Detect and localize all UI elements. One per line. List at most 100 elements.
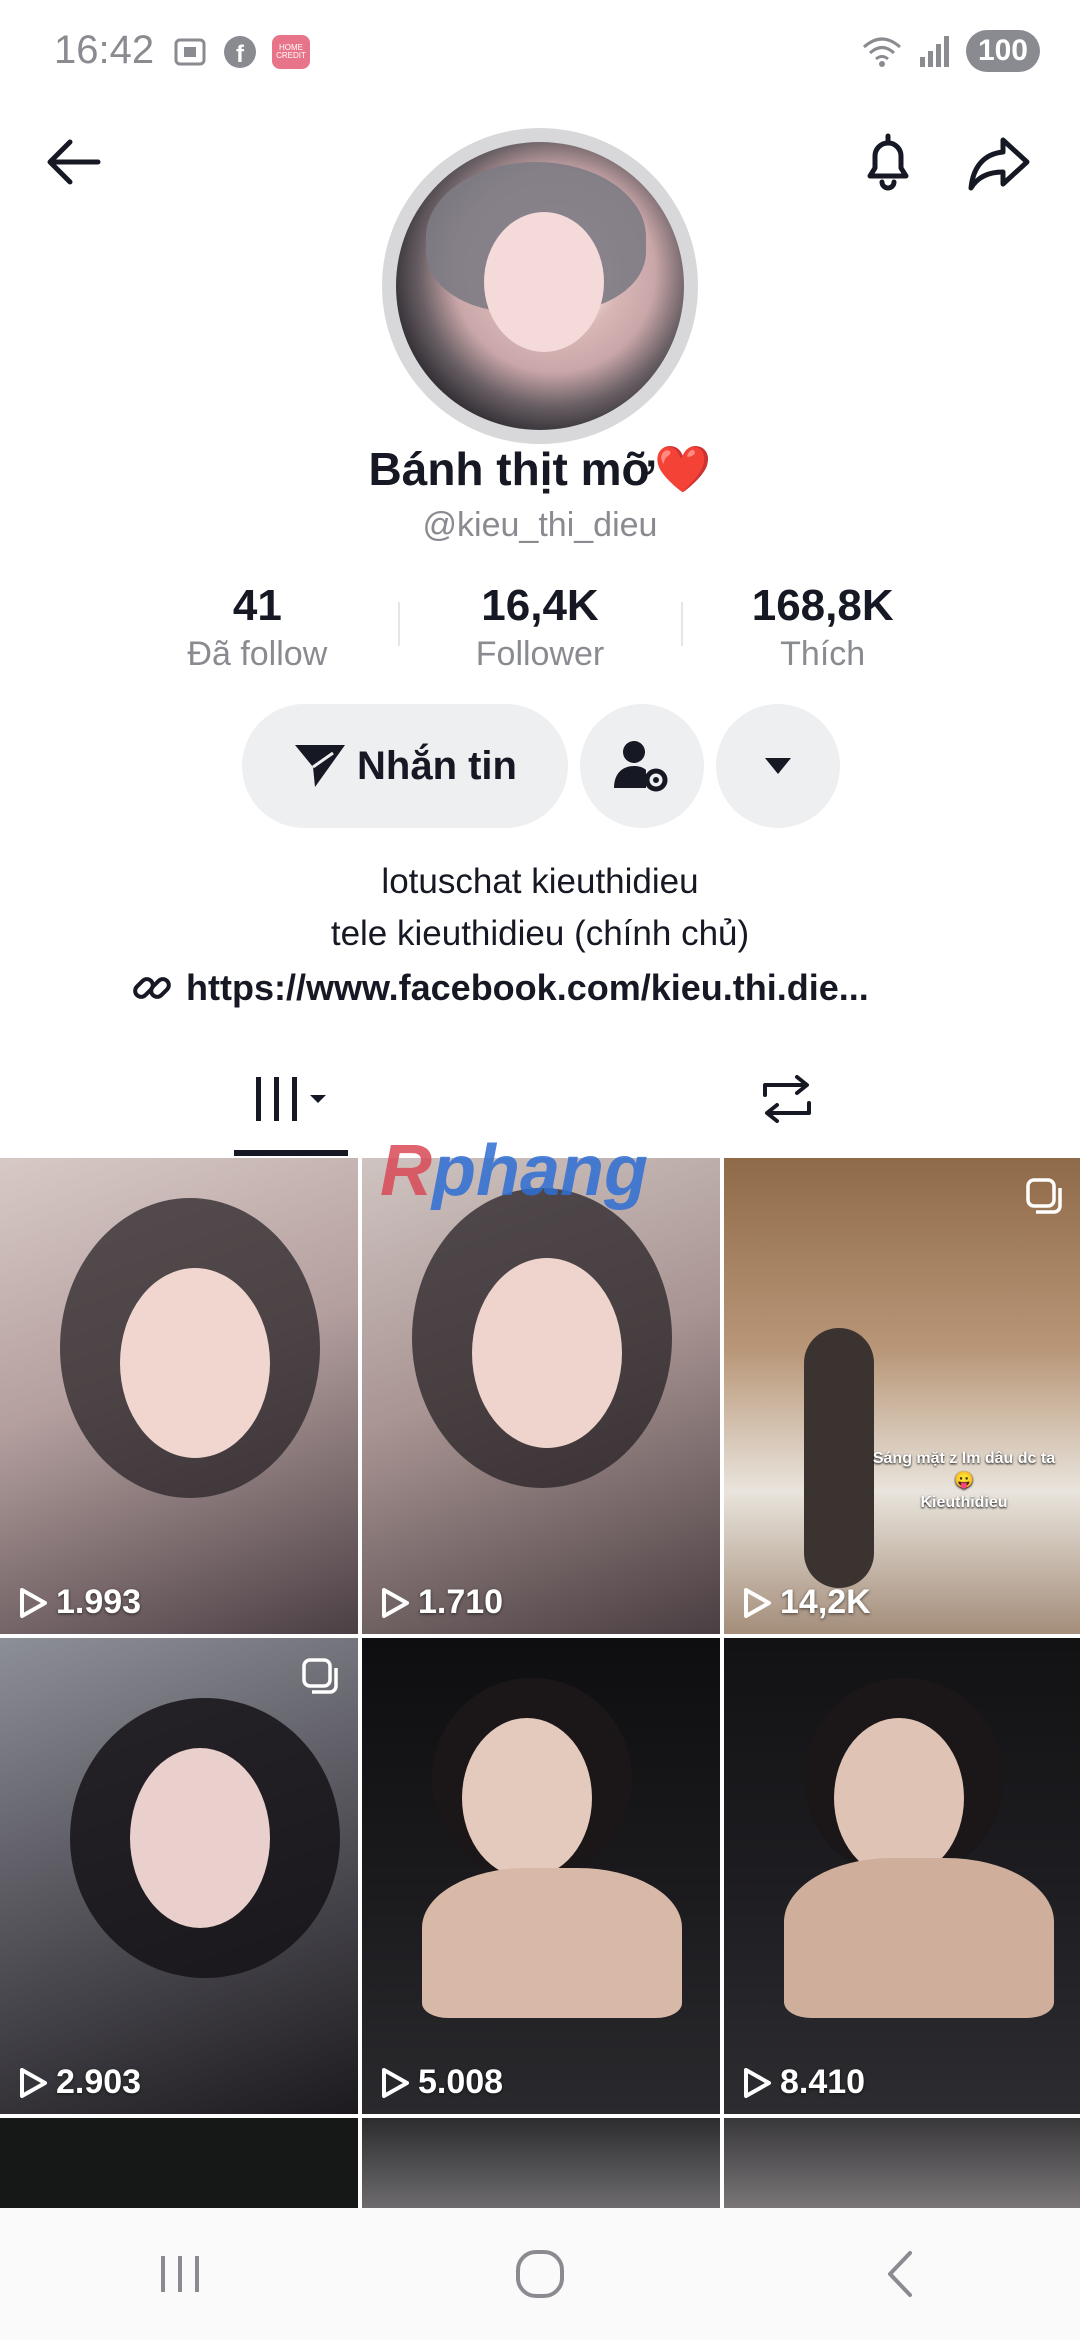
video-tile[interactable]: 8.410 [724, 1638, 1080, 2114]
video-tile[interactable] [362, 2118, 720, 2208]
stat-following[interactable]: 41 Đã follow [116, 578, 399, 678]
video-view-count-value: 8.410 [780, 2063, 866, 2101]
status-bar: 16:42 f HOME CREDIT 100 [0, 0, 1080, 110]
message-button-label: Nhắn tin [357, 743, 517, 788]
multi-photo-icon [302, 1658, 338, 1694]
repost-icon [763, 1075, 811, 1123]
thumbnail-body-shape [422, 1868, 682, 2018]
tab-videos[interactable] [234, 1040, 348, 1158]
video-view-count: 2.903 [18, 2063, 141, 2102]
home-circle-icon [516, 2250, 564, 2298]
system-navigation-bar [0, 2208, 1080, 2340]
video-view-count: 1.710 [380, 1583, 503, 1622]
video-view-count-value: 14,2K [780, 1583, 871, 1621]
status-icons-right: 100 [860, 30, 1040, 72]
status-time: 16:42 [54, 28, 155, 72]
link-icon [133, 977, 171, 999]
video-view-count-value: 2.903 [56, 2063, 142, 2101]
video-caption-line: Kieuthidieu [920, 1494, 1008, 1511]
video-tile[interactable] [0, 2118, 358, 2208]
tab-reposts[interactable] [730, 1040, 844, 1158]
arrow-left-icon [47, 139, 101, 185]
more-options-button[interactable] [716, 704, 840, 828]
thumbnail-face-shape [472, 1258, 622, 1448]
screenshot-icon [174, 38, 206, 66]
stat-followers[interactable]: 16,4K Follower [399, 578, 682, 678]
chevron-left-icon [888, 2251, 912, 2297]
home-button[interactable] [460, 2224, 620, 2324]
bio-link-text: https://www.facebook.com/kieu.thi.die... [186, 967, 869, 1008]
thumbnail-face-shape [120, 1268, 270, 1458]
system-back-button[interactable] [820, 2224, 980, 2324]
bell-icon [867, 133, 909, 191]
bio-line: tele kieuthidieu (chính chủ) [330, 914, 750, 953]
stat-likes[interactable]: 168,8K Thích [681, 578, 964, 678]
bio: lotuschat kieuthidieu tele kieuthidieu (… [0, 856, 1080, 960]
play-icon [20, 2067, 47, 2098]
notification-button[interactable] [848, 122, 928, 202]
multi-photo-badge [1024, 1176, 1064, 1221]
thumbnail-face-shape [834, 1718, 964, 1878]
play-icon [744, 1587, 771, 1618]
share-button[interactable] [960, 122, 1040, 202]
thumbnail-face-shape [462, 1718, 592, 1878]
play-icon [744, 2067, 771, 2098]
video-caption-line: Sáng mặt z lm dâu dc ta😛 [872, 1450, 1056, 1489]
recent-apps-button[interactable] [100, 2224, 260, 2324]
message-button[interactable]: Nhắn tin [242, 704, 568, 828]
thumbnail-face-shape [130, 1748, 270, 1928]
active-tab-indicator [234, 1150, 348, 1156]
watermark-initial: R [380, 1131, 432, 1211]
profile-stats: 41 Đã follow 16,4K Follower 168,8K Thích [116, 578, 964, 678]
thumbnail-body-shape [784, 1858, 1054, 2018]
stat-likes-label: Thích [780, 635, 866, 673]
avatar-face-shape [484, 212, 604, 352]
stat-divider [681, 602, 683, 646]
status-icons-left: f HOME CREDIT [172, 34, 310, 70]
video-view-count: 14,2K [742, 1583, 871, 1622]
multi-photo-badge [300, 1656, 340, 1701]
grid-bars-icon [256, 1077, 326, 1121]
send-icon [295, 745, 345, 787]
watermark-logo: Rphang [380, 1131, 648, 1211]
video-view-count-value: 5.008 [418, 2063, 504, 2101]
battery-indicator: 100 [965, 30, 1040, 72]
video-view-count: 1.993 [18, 1583, 141, 1622]
video-view-count-value: 1.710 [418, 1583, 504, 1621]
wifi-icon [862, 37, 901, 67]
video-tile[interactable]: Sáng mặt z lm dâu dc ta😛 Kieuthidieu 14,… [724, 1158, 1080, 1634]
stat-following-label: Đã follow [187, 635, 328, 673]
bio-link[interactable]: https://www.facebook.com/kieu.thi.die... [130, 966, 869, 1010]
back-button[interactable] [34, 122, 114, 202]
friend-settings-button[interactable] [580, 704, 704, 828]
username: @kieu_thi_dieu [422, 506, 658, 544]
video-view-count-value: 1.993 [56, 1583, 142, 1621]
caret-down-icon [765, 758, 791, 774]
play-icon [382, 1587, 409, 1618]
home-credit-icon: HOME CREDIT [272, 35, 310, 69]
video-tile[interactable] [724, 2118, 1080, 2208]
video-view-count: 8.410 [742, 2063, 865, 2102]
multi-photo-icon [1026, 1178, 1062, 1214]
facebook-icon: f [224, 36, 256, 68]
bio-line: lotuschat kieuthidieu [381, 862, 699, 901]
recent-apps-icon [161, 2256, 199, 2292]
share-arrow-icon [968, 137, 1030, 191]
stat-followers-value: 16,4K [481, 581, 599, 630]
play-icon [20, 1587, 47, 1618]
play-icon [382, 2067, 409, 2098]
video-tile[interactable]: 5.008 [362, 1638, 720, 2114]
stat-divider [398, 602, 400, 646]
stat-following-value: 41 [232, 581, 282, 630]
video-tile[interactable]: 1.710 [362, 1158, 720, 1634]
stat-followers-label: Follower [475, 635, 605, 673]
user-settings-icon [614, 741, 668, 792]
avatar[interactable] [396, 142, 684, 430]
video-view-count: 5.008 [380, 2063, 503, 2102]
profile-actions: Nhắn tin [242, 704, 840, 828]
stat-likes-value: 168,8K [751, 581, 894, 630]
video-tile[interactable]: 1.993 [0, 1158, 358, 1634]
video-tile[interactable]: 2.903 [0, 1638, 358, 2114]
svg-text:f: f [236, 41, 245, 68]
signal-icon [919, 36, 949, 67]
